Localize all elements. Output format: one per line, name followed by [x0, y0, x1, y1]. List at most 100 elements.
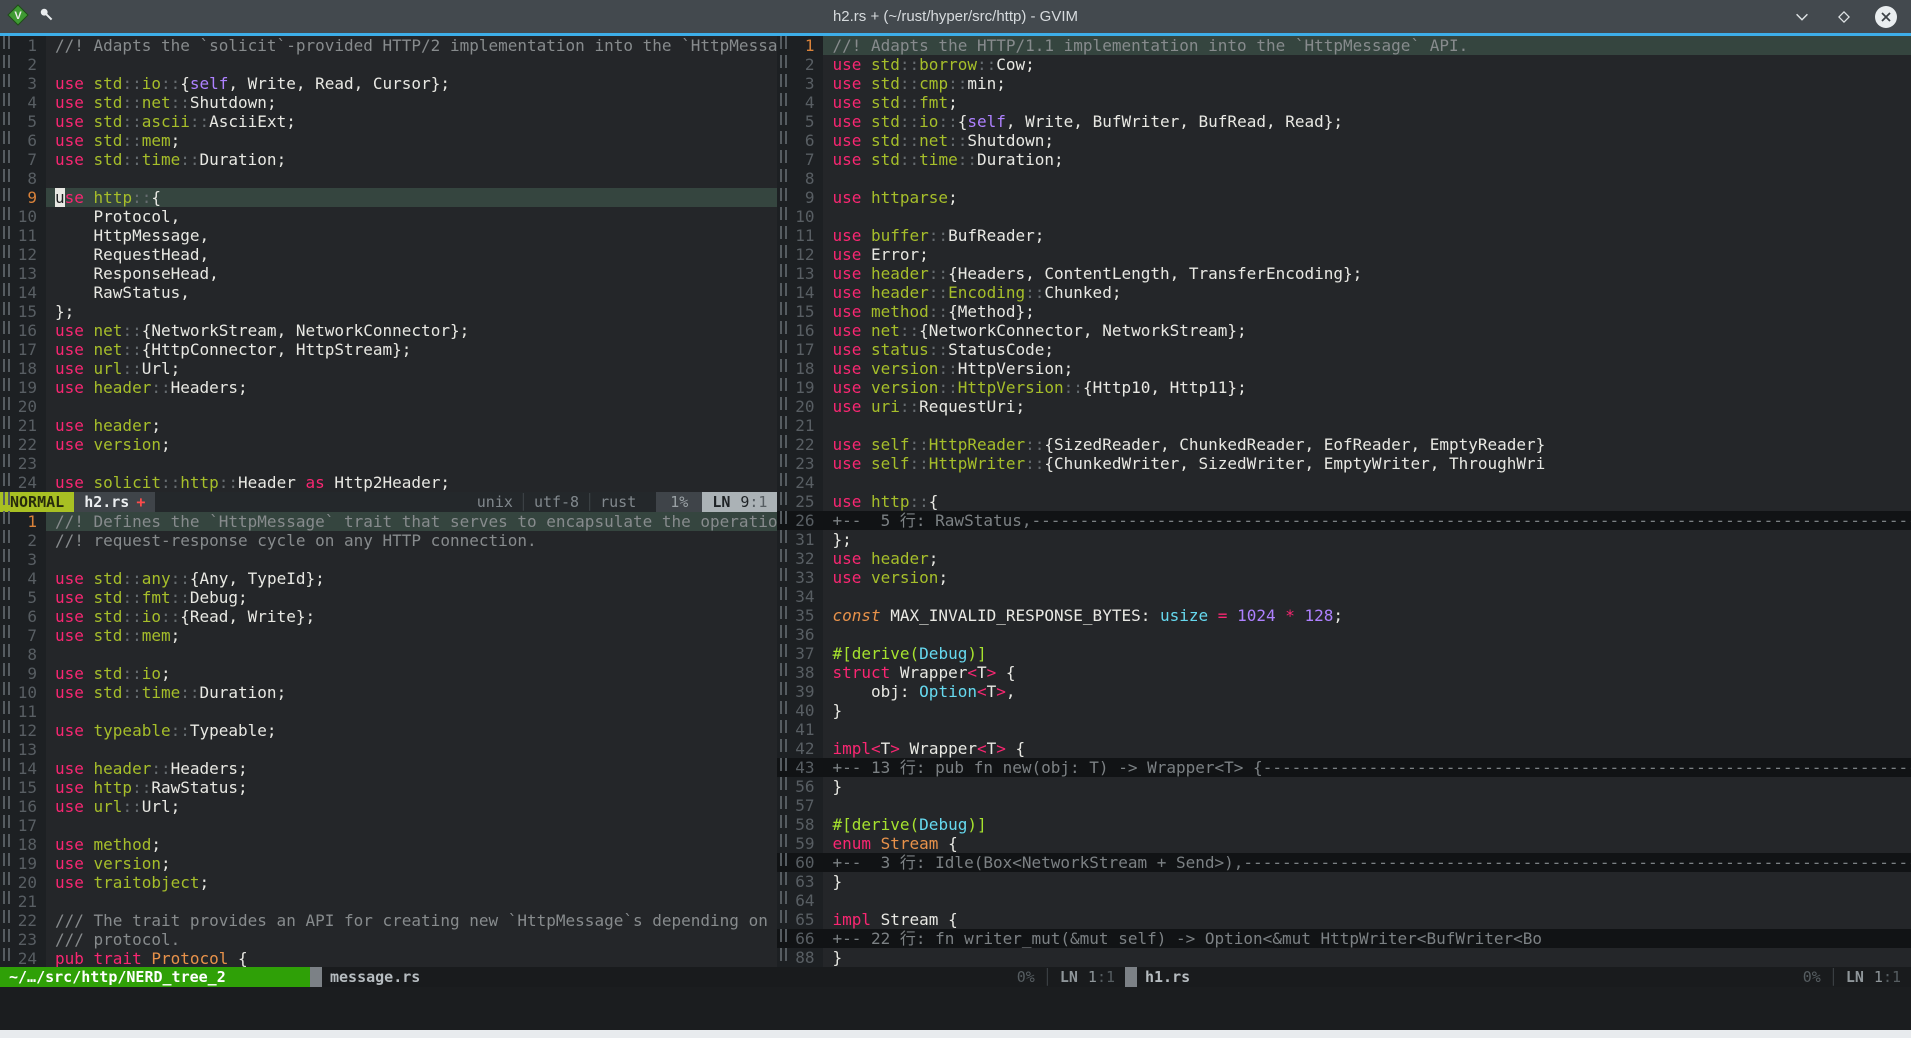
line-number: 21	[777, 416, 823, 435]
editor-pane-h2[interactable]: 1//! Adapts the `solicit`-provided HTTP/…	[0, 36, 777, 492]
code-line: 14use header::Headers;	[0, 759, 777, 778]
code-line: 42impl<T> Wrapper<T> {	[777, 739, 1911, 758]
code-token: >	[890, 739, 909, 758]
code-token: ascii	[142, 112, 190, 131]
code-token: use	[832, 150, 871, 169]
line-number: 22	[777, 435, 823, 454]
line-number: 16	[0, 321, 46, 340]
code-line: 88}	[777, 948, 1911, 967]
editor-pane-h1[interactable]: 1//! Adapts the HTTP/1.1 implementation …	[777, 36, 1911, 967]
code-token: any	[142, 569, 171, 588]
code-token: Typeable;	[190, 721, 277, 740]
line-number: 12	[777, 245, 823, 264]
code-token: ::	[900, 93, 919, 112]
command-line[interactable]	[0, 987, 1911, 1030]
code-text: use header::Encoding::Chunked;	[823, 283, 1911, 302]
code-line: 22use version;	[0, 435, 777, 454]
line-number: 4	[777, 93, 823, 112]
code-token: mem	[142, 131, 171, 150]
code-text	[46, 550, 777, 569]
code-token: net	[871, 321, 900, 340]
code-token: io	[919, 112, 938, 131]
cursor-block: u	[55, 188, 65, 207]
code-token: ;	[161, 435, 171, 454]
pin-icon[interactable]	[39, 7, 54, 26]
editor-pane-message[interactable]: 1//! Defines the `HttpMessage` trait tha…	[0, 512, 777, 967]
code-text: use std::mem;	[46, 626, 777, 645]
line-number: 10	[0, 683, 46, 702]
code-token: ::	[122, 359, 141, 378]
line-number: 4	[0, 569, 46, 588]
line-number: 14	[0, 759, 46, 778]
code-token: ;	[171, 131, 181, 150]
code-text: use self::HttpReader::{SizedReader, Chun…	[823, 435, 1911, 454]
code-text	[46, 454, 777, 473]
line-number: 31	[777, 530, 823, 549]
line-number: 24	[0, 949, 46, 967]
code-line: 4use std::fmt;	[777, 93, 1911, 112]
minimize-button[interactable]	[1789, 4, 1815, 30]
code-token: Wrapper	[900, 663, 967, 682]
code-line: 35const MAX_INVALID_RESPONSE_BYTES: usiz…	[777, 606, 1911, 625]
code-text: HttpMessage,	[46, 226, 777, 245]
code-text: RawStatus,	[46, 283, 777, 302]
maximize-button[interactable]	[1831, 4, 1857, 30]
code-token: {Read, Write};	[180, 607, 315, 626]
code-token: use	[55, 150, 94, 169]
code-token: use	[55, 664, 94, 683]
line-number: 3	[0, 74, 46, 93]
code-token: url	[94, 797, 123, 816]
code-line: 64	[777, 891, 1911, 910]
code-token: Headers;	[171, 759, 248, 778]
code-line: 16use url::Url;	[0, 797, 777, 816]
code-token: ::	[161, 473, 180, 492]
vim-logo-icon: V	[7, 4, 29, 30]
code-token: ;	[200, 873, 210, 892]
line-number: 2	[0, 55, 46, 74]
code-token: ::	[900, 55, 919, 74]
code-token: Stream {	[881, 910, 958, 929]
code-line: 34	[777, 587, 1911, 606]
close-button[interactable]	[1873, 4, 1899, 30]
code-text: use std::time::Duration;	[46, 150, 777, 169]
code-token: T	[987, 739, 997, 758]
code-text	[823, 625, 1911, 644]
code-token: ::	[151, 759, 170, 778]
code-token: fmt	[142, 588, 171, 607]
code-token: version	[871, 568, 938, 587]
code-token: ::	[929, 340, 948, 359]
line-number: 38	[777, 663, 823, 682]
code-line: 1//! Defines the `HttpMessage` trait tha…	[0, 512, 777, 531]
code-token: std	[94, 74, 123, 93]
modified-flag: +	[136, 493, 145, 511]
code-text: pub trait Protocol {	[46, 949, 777, 967]
code-token: BufReader;	[948, 226, 1044, 245]
code-token: use	[832, 264, 871, 283]
code-line: 16use net::{NetworkConnector, NetworkStr…	[777, 321, 1911, 340]
line-number: 65	[777, 910, 823, 929]
code-line: 21	[0, 892, 777, 911]
line-number: 1	[777, 36, 823, 55]
code-token: AsciiExt;	[209, 112, 296, 131]
ln-label: LN	[712, 493, 730, 511]
code-token: ::	[948, 131, 967, 150]
code-line: 32use header;	[777, 549, 1911, 568]
code-token: Shutdown;	[190, 93, 277, 112]
code-token: {NetworkConnector, NetworkStream};	[919, 321, 1247, 340]
code-line: 33use version;	[777, 568, 1911, 587]
code-token: use	[832, 397, 871, 416]
line-number: 5	[777, 112, 823, 131]
code-token: time	[142, 150, 181, 169]
code-token: ::	[122, 797, 141, 816]
code-text: }	[823, 777, 1911, 796]
code-line: 10use std::time::Duration;	[0, 683, 777, 702]
code-token: ::	[938, 378, 957, 397]
code-text: use http::{	[823, 492, 1911, 511]
code-token: //! request-response cycle on any HTTP c…	[55, 531, 537, 550]
separator-block[interactable]	[310, 967, 322, 987]
code-token: ::	[958, 150, 977, 169]
bottom-status-row: ~/…/src/http/NERD_tree_2 message.rs 0% │…	[0, 967, 1911, 987]
separator-block[interactable]	[1125, 967, 1137, 987]
code-token: std	[94, 131, 123, 150]
line-number: 20	[777, 397, 823, 416]
